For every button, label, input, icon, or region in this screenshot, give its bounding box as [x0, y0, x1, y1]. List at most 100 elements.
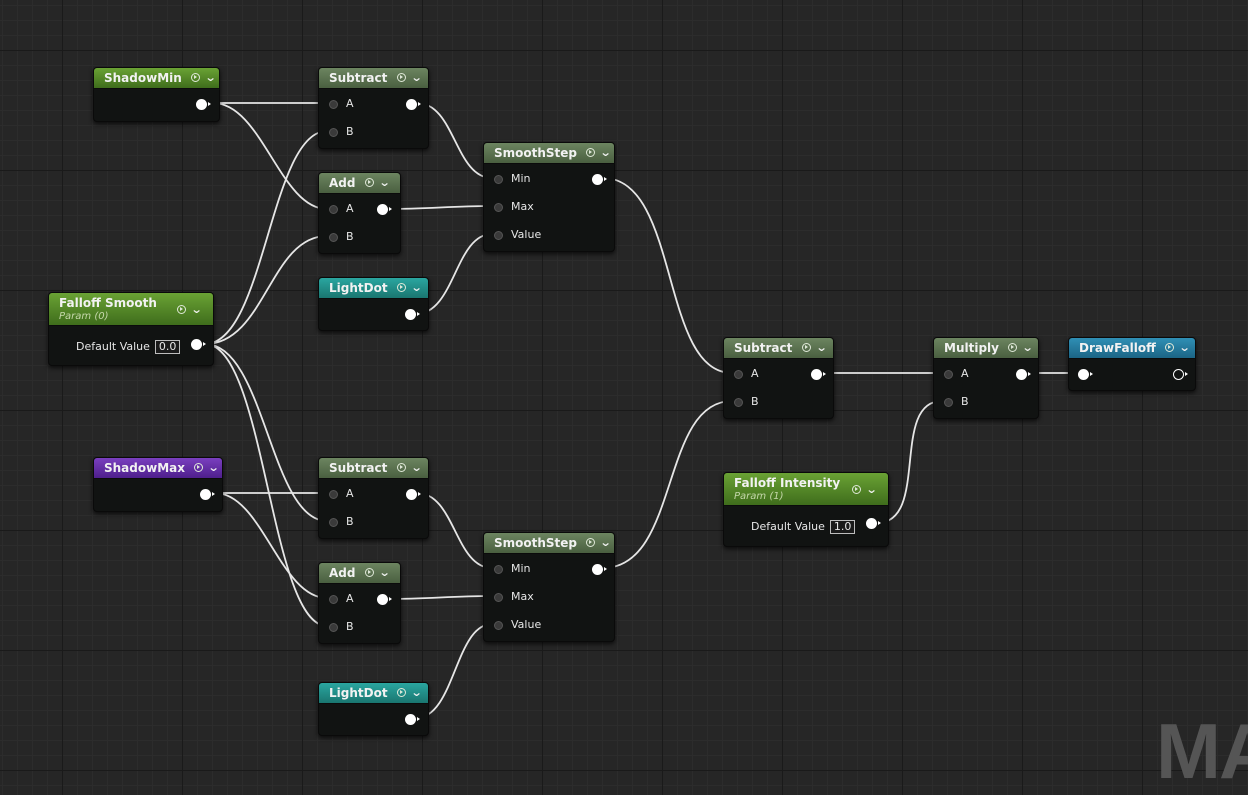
- node-subtract[interactable]: Subtract ⌄ A B: [318, 67, 429, 149]
- node-lightdot[interactable]: LightDot ⌄: [318, 682, 429, 736]
- node-add[interactable]: Add ⌄ A B: [318, 172, 401, 254]
- node-falloff-intensity[interactable]: Falloff Intensity Param (1) ⌄ Default Va…: [723, 472, 889, 547]
- output-pin[interactable]: [811, 369, 826, 380]
- chevron-down-icon[interactable]: ⌄: [205, 68, 217, 88]
- chevron-down-icon[interactable]: ⌄: [865, 483, 877, 496]
- input-pin-b[interactable]: [329, 518, 338, 527]
- chevron-down-icon[interactable]: ⌄: [410, 278, 422, 298]
- node-subtract[interactable]: Subtract ⌄ A B: [318, 457, 429, 539]
- output-pin[interactable]: [200, 489, 215, 500]
- preview-toggle-icon[interactable]: [801, 343, 811, 352]
- preview-toggle-icon[interactable]: [586, 538, 596, 547]
- input-pin-value[interactable]: [494, 621, 503, 630]
- node-lightdot[interactable]: LightDot ⌄: [318, 277, 429, 331]
- preview-toggle-icon[interactable]: [586, 148, 596, 157]
- node-header[interactable]: ShadowMax ⌄: [94, 458, 222, 479]
- preview-toggle-icon[interactable]: [1165, 343, 1175, 352]
- exec-output-pin[interactable]: [1173, 369, 1188, 380]
- output-pin[interactable]: [592, 564, 607, 575]
- node-falloff-smooth[interactable]: Falloff Smooth Param (0) ⌄ Default Value…: [48, 292, 214, 366]
- node-shadowmin[interactable]: ShadowMin ⌄: [93, 67, 220, 122]
- node-subtract[interactable]: Subtract ⌄ A B: [723, 337, 834, 419]
- default-value-field[interactable]: 0.0: [154, 340, 181, 354]
- node-title: SmoothStep: [494, 536, 578, 550]
- node-header[interactable]: Falloff Intensity Param (1) ⌄: [724, 473, 888, 506]
- node-header[interactable]: SmoothStep ⌄: [484, 143, 614, 164]
- node-multiply[interactable]: Multiply ⌄ A B: [933, 337, 1039, 419]
- node-header[interactable]: DrawFalloff ⌄: [1069, 338, 1195, 359]
- chevron-down-icon[interactable]: ⌄: [410, 68, 422, 88]
- chevron-down-icon[interactable]: ⌄: [1022, 338, 1034, 358]
- node-header[interactable]: ShadowMin ⌄: [94, 68, 219, 89]
- node-title: Add: [329, 566, 356, 580]
- input-pin-a[interactable]: [329, 595, 338, 604]
- input-pin-b[interactable]: [329, 623, 338, 632]
- node-header[interactable]: Subtract ⌄: [724, 338, 833, 359]
- output-pin[interactable]: [377, 204, 392, 215]
- input-pin-b[interactable]: [329, 233, 338, 242]
- chevron-down-icon[interactable]: ⌄: [208, 458, 220, 478]
- preview-toggle-icon[interactable]: [1008, 343, 1018, 352]
- chevron-down-icon[interactable]: ⌄: [378, 563, 390, 583]
- chevron-down-icon[interactable]: ⌄: [815, 338, 827, 358]
- node-smoothstep[interactable]: SmoothStep ⌄ Min Max Value: [483, 532, 615, 642]
- output-pin[interactable]: [191, 339, 206, 350]
- node-header[interactable]: LightDot ⌄: [319, 278, 428, 299]
- output-pin[interactable]: [405, 714, 420, 725]
- output-pin[interactable]: [406, 489, 421, 500]
- output-pin[interactable]: [377, 594, 392, 605]
- output-pin[interactable]: [1016, 369, 1031, 380]
- node-drawfalloff[interactable]: DrawFalloff ⌄: [1068, 337, 1196, 391]
- preview-toggle-icon[interactable]: [364, 568, 374, 577]
- chevron-down-icon[interactable]: ⌄: [600, 533, 612, 553]
- chevron-down-icon[interactable]: ⌄: [378, 173, 390, 193]
- input-pin-a[interactable]: [329, 100, 338, 109]
- chevron-down-icon[interactable]: ⌄: [410, 458, 422, 478]
- output-pin[interactable]: [406, 99, 421, 110]
- node-header[interactable]: Add ⌄: [319, 173, 400, 194]
- input-pin-b[interactable]: [944, 398, 953, 407]
- node-header[interactable]: Subtract ⌄: [319, 68, 428, 89]
- preview-toggle-icon[interactable]: [364, 178, 374, 187]
- input-pin-a[interactable]: [944, 370, 953, 379]
- preview-toggle-icon[interactable]: [396, 73, 406, 82]
- chevron-down-icon[interactable]: ⌄: [410, 683, 422, 703]
- input-pin-b[interactable]: [329, 128, 338, 137]
- preview-toggle-icon[interactable]: [176, 305, 186, 314]
- output-pin[interactable]: [196, 99, 211, 110]
- node-header[interactable]: Multiply ⌄: [934, 338, 1038, 359]
- node-header[interactable]: LightDot ⌄: [319, 683, 428, 704]
- chevron-down-icon[interactable]: ⌄: [1179, 338, 1191, 358]
- input-pin-a[interactable]: [329, 490, 338, 499]
- preview-toggle-icon[interactable]: [851, 485, 861, 494]
- output-pin[interactable]: [866, 518, 881, 529]
- node-header[interactable]: SmoothStep ⌄: [484, 533, 614, 554]
- node-header[interactable]: Add ⌄: [319, 563, 400, 584]
- preview-toggle-icon[interactable]: [194, 463, 204, 472]
- input-pin-max[interactable]: [494, 203, 503, 212]
- input-pin-min[interactable]: [494, 175, 503, 184]
- chevron-down-icon[interactable]: ⌄: [190, 303, 202, 316]
- output-pin[interactable]: [592, 174, 607, 185]
- node-add[interactable]: Add ⌄ A B: [318, 562, 401, 644]
- input-pin-value[interactable]: [494, 231, 503, 240]
- exec-input-pin[interactable]: [1078, 369, 1093, 380]
- node-shadowmax[interactable]: ShadowMax ⌄: [93, 457, 223, 512]
- preview-toggle-icon[interactable]: [396, 463, 406, 472]
- default-value-field[interactable]: 1.0: [829, 520, 856, 534]
- preview-toggle-icon[interactable]: [191, 73, 200, 82]
- input-pin-a[interactable]: [329, 205, 338, 214]
- chevron-down-icon[interactable]: ⌄: [600, 143, 612, 163]
- input-pin-min[interactable]: [494, 565, 503, 574]
- default-value-row: Default Value 0.0: [76, 340, 181, 354]
- node-header[interactable]: Subtract ⌄: [319, 458, 428, 479]
- input-pin-a[interactable]: [734, 370, 743, 379]
- input-pin-max[interactable]: [494, 593, 503, 602]
- pin-label: A: [346, 202, 354, 215]
- node-header[interactable]: Falloff Smooth Param (0) ⌄: [49, 293, 213, 326]
- input-pin-b[interactable]: [734, 398, 743, 407]
- output-pin[interactable]: [405, 309, 420, 320]
- preview-toggle-icon[interactable]: [396, 283, 406, 292]
- preview-toggle-icon[interactable]: [396, 688, 406, 697]
- node-smoothstep[interactable]: SmoothStep ⌄ Min Max Value: [483, 142, 615, 252]
